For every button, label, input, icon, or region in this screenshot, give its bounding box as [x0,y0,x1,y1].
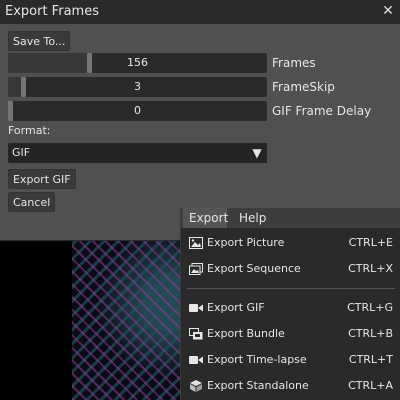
menu-item-export-picture[interactable]: Export Picture CTRL+E [181,233,400,253]
gif-frame-delay-label: GIF Frame Delay [272,104,372,118]
menubar: Export Help [181,208,400,228]
menu-help[interactable]: Help [233,208,272,228]
menu-item-label: Export GIF [207,301,265,314]
save-to-button[interactable]: Save To... [8,31,71,51]
sequence-icon [189,263,203,275]
menu-separator [187,288,395,289]
menu-item-shortcut: CTRL+A [348,379,393,392]
cancel-button[interactable]: Cancel [8,192,56,212]
close-icon[interactable]: ✕ [380,3,396,19]
menu-item-shortcut: CTRL+B [348,327,393,340]
format-select[interactable]: GIF ▼ [8,143,267,163]
menu-item-export-standalone[interactable]: Export Standalone CTRL+A [181,376,400,396]
frameskip-value: 3 [134,80,141,93]
gif-frame-delay-value: 0 [134,104,141,117]
frameskip-slider[interactable]: 3 [8,77,267,97]
frameskip-label: FrameSkip [272,80,335,94]
menu-item-export-bundle[interactable]: Export Bundle CTRL+B [181,324,400,344]
dialog-title: Export Frames [5,4,99,19]
export-gif-button[interactable]: Export GIF [8,169,76,189]
frames-value: 156 [127,56,148,69]
cube-icon [190,380,202,392]
menu-item-export-sequence[interactable]: Export Sequence CTRL+X [181,259,400,279]
format-label: Format: [8,124,51,137]
menu-item-shortcut: CTRL+E [348,236,393,249]
video-icon [189,356,203,364]
menu-export[interactable]: Export [183,208,228,228]
menu-item-shortcut: CTRL+T [348,353,393,366]
dialog-titlebar[interactable]: Export Frames ✕ [0,0,400,24]
menu-item-label: Export Bundle [207,327,285,340]
picture-icon [189,237,203,249]
menu-item-label: Export Sequence [207,262,301,275]
format-selected-value: GIF [12,146,31,159]
frames-label: Frames [272,56,316,70]
menu-item-label: Export Picture [207,236,285,249]
menu-item-label: Export Standalone [207,379,309,392]
export-frames-dialog: Export Frames ✕ Save To... 156 Frames 3 … [0,0,400,240]
menu-item-shortcut: CTRL+X [348,262,393,275]
menu-item-label: Export Time-lapse [207,353,307,366]
menu-item-shortcut: CTRL+G [347,301,393,314]
video-icon [189,304,203,312]
gif-frame-delay-slider[interactable]: 0 [8,101,267,121]
export-menu: Export Help Export Picture CTRL+E Export… [180,208,400,400]
bundle-icon [189,328,203,340]
frames-slider[interactable]: 156 [8,53,267,73]
chevron-down-icon[interactable]: ▼ [247,143,267,163]
menu-item-export-time-lapse[interactable]: Export Time-lapse CTRL+T [181,350,400,370]
menu-item-export-gif[interactable]: Export GIF CTRL+G [181,298,400,318]
